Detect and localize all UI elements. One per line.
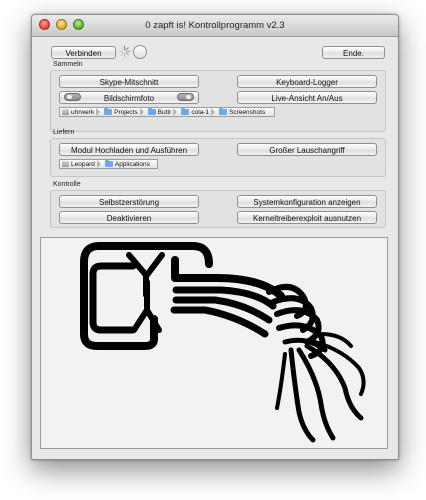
trojan-logo-icon: [80, 242, 366, 443]
show-sysconfig-button[interactable]: Systemkonfiguration anzeigen: [237, 195, 377, 208]
path-crumb[interactable]: Applications: [103, 159, 152, 168]
folder-icon: [104, 159, 113, 167]
path-crumb[interactable]: Leopard: [60, 160, 103, 168]
zoom-icon[interactable]: [73, 19, 84, 30]
kernel-exploit-button[interactable]: Kerneltreiberexploit ausnutzen: [237, 211, 377, 224]
path-crumb[interactable]: Projects: [102, 107, 145, 116]
status-circle-button[interactable]: [133, 45, 147, 59]
liefern-path-bar: Leopard Applications: [59, 159, 158, 169]
spinner-icon: [119, 46, 131, 57]
sammeln-path-bar: uhrwerk Projects Buttr cola-1 Screenshot…: [59, 107, 275, 117]
keylogger-button[interactable]: Keyboard-Logger: [237, 75, 377, 88]
app-window: 0 zapft is! Kontrollprogramm v2.3 Verbin…: [31, 14, 399, 460]
title-bar[interactable]: 0 zapft is! Kontrollprogramm v2.3: [32, 15, 398, 37]
eavesdrop-button[interactable]: Großer Lauschangriff: [237, 143, 377, 156]
quit-button[interactable]: Ende.: [322, 46, 385, 59]
folder-icon: [219, 107, 228, 115]
live-view-button[interactable]: Live-Ansicht An/Aus: [237, 91, 377, 104]
close-icon[interactable]: [39, 19, 50, 30]
path-crumb[interactable]: Screenshots: [217, 107, 267, 116]
self-destruct-button[interactable]: Selbstzerstörung: [59, 195, 199, 208]
upload-module-button[interactable]: Modul Hochladen und Ausführen: [59, 143, 199, 156]
connect-button[interactable]: Verbinden: [51, 46, 116, 59]
screenshot-label: Bildschirmfoto: [103, 94, 155, 103]
disk-icon: [62, 161, 69, 167]
kontrolle-group: Selbstzerstörung Systemkonfiguration anz…: [50, 190, 386, 228]
section-label-liefern: Liefern: [53, 129, 75, 136]
window-title: 0 zapft is! Kontrollprogramm v2.3: [145, 20, 285, 31]
skype-button[interactable]: Skype-Mitschnitt: [59, 75, 199, 88]
path-crumb[interactable]: Buttr: [146, 107, 180, 116]
disk-icon: [62, 109, 69, 115]
folder-icon: [181, 107, 190, 115]
logo-view: [40, 237, 388, 449]
sammeln-group: Skype-Mitschnitt Keyboard-Logger Bildsch…: [50, 70, 386, 132]
path-crumb[interactable]: cola-1: [179, 107, 217, 116]
deactivate-button[interactable]: Deaktivieren: [59, 211, 199, 224]
liefern-group: Modul Hochladen und Ausführen Großer Lau…: [50, 138, 386, 177]
section-label-sammeln: Sammeln: [53, 61, 83, 68]
path-crumb[interactable]: uhrwerk: [60, 108, 102, 116]
screenshot-button[interactable]: Bildschirmfoto: [59, 91, 199, 104]
toggle-right-icon[interactable]: [177, 93, 194, 101]
toggle-left-icon[interactable]: [64, 93, 81, 101]
section-label-kontrolle: Kontrolle: [53, 181, 81, 188]
folder-icon: [147, 107, 156, 115]
folder-icon: [104, 107, 113, 115]
minimize-icon[interactable]: [56, 19, 67, 30]
